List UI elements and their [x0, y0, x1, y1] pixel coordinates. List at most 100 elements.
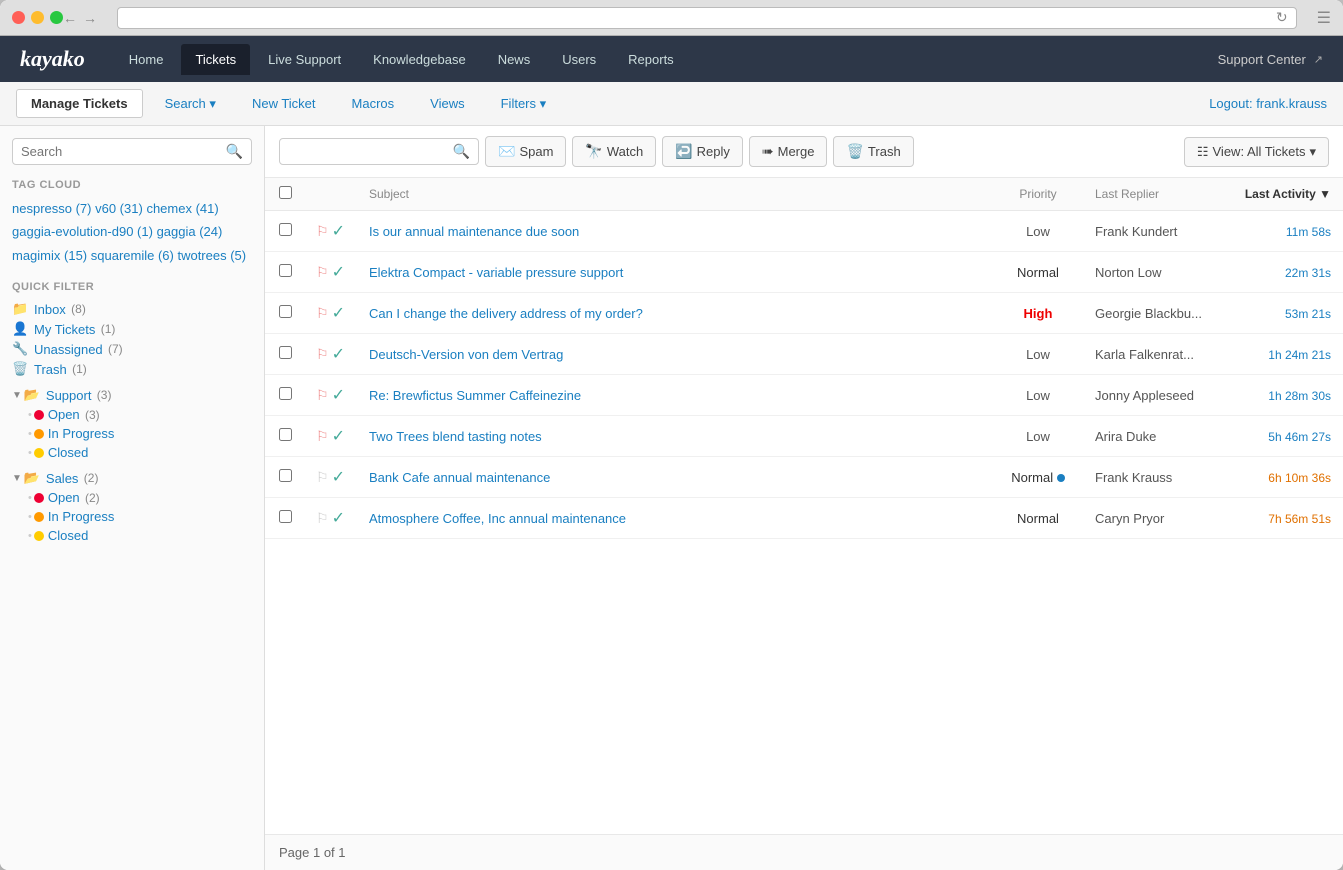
row-checkbox[interactable] — [279, 387, 292, 400]
content-search-box[interactable]: 🔍 — [279, 138, 479, 165]
nav-tickets[interactable]: Tickets — [181, 44, 250, 75]
priority-cell: Low — [993, 334, 1083, 375]
select-all-checkbox[interactable] — [279, 186, 292, 199]
ticket-subject-link[interactable]: Can I change the delivery address of my … — [369, 306, 643, 321]
filter-my-tickets[interactable]: 👤 My Tickets (1) — [12, 319, 252, 339]
flag-icon[interactable]: ⚐ — [316, 510, 329, 527]
tag-gaggia[interactable]: gaggia (24) — [157, 224, 223, 239]
nav-knowledgebase[interactable]: Knowledgebase — [359, 44, 480, 75]
search-dropdown-button[interactable]: Search ▾ — [151, 90, 230, 118]
address-bar[interactable]: ↻ — [117, 7, 1297, 29]
sidebar-search-box[interactable]: 🔍 — [12, 138, 252, 165]
tag-magimix[interactable]: magimix (15) — [12, 248, 87, 263]
row-checkbox[interactable] — [279, 428, 292, 441]
flag-icon[interactable]: ⚐ — [316, 387, 329, 404]
tag-gaggia-evolution[interactable]: gaggia-evolution-d90 (1) — [12, 224, 153, 239]
flag-icon[interactable]: ⚐ — [316, 264, 329, 281]
ticket-subject-link[interactable]: Two Trees blend tasting notes — [369, 429, 542, 444]
status-replied-icon: ✓ — [332, 510, 345, 527]
ticket-subject-link[interactable]: Is our annual maintenance due soon — [369, 224, 579, 239]
trash-button[interactable]: 🗑️ Trash — [833, 136, 913, 167]
row-checkbox[interactable] — [279, 264, 292, 277]
filter-sales[interactable]: ▼ 📂 Sales (2) — [12, 468, 252, 488]
ticket-subject-link[interactable]: Elektra Compact - variable pressure supp… — [369, 265, 623, 280]
filter-unassigned[interactable]: 🔧 Unassigned (7) — [12, 339, 252, 359]
row-checkbox[interactable] — [279, 223, 292, 236]
filter-support-closed[interactable]: • Closed — [12, 443, 252, 462]
views-button[interactable]: Views — [416, 90, 478, 117]
col-priority-header: Priority — [993, 178, 1083, 211]
support-center-link[interactable]: Support Center — [1218, 52, 1306, 67]
minimize-button[interactable] — [31, 11, 44, 24]
content-toolbar: 🔍 ✉️ Spam 🔭 Watch ↩️ Reply ➠ Merge — [265, 126, 1343, 178]
row-checkbox[interactable] — [279, 469, 292, 482]
ticket-subject-link[interactable]: Re: Brewfictus Summer Caffeinezine — [369, 388, 581, 403]
back-button[interactable]: ← — [63, 10, 77, 26]
refresh-icon[interactable]: ↻ — [1276, 9, 1288, 26]
sales-collapse-icon[interactable]: ▼ — [12, 473, 22, 484]
pagination: Page 1 of 1 — [265, 834, 1343, 870]
filter-sales-closed[interactable]: • Closed — [12, 526, 252, 545]
filter-support[interactable]: ▼ 📂 Support (3) — [12, 385, 252, 405]
tag-squaremile[interactable]: squaremile (6) — [91, 248, 174, 263]
priority-label: Normal — [1017, 265, 1059, 280]
support-collapse-icon[interactable]: ▼ — [12, 390, 22, 401]
tag-v60[interactable]: v60 (31) — [95, 201, 143, 216]
nav-news[interactable]: News — [484, 44, 545, 75]
logo[interactable]: kayako — [20, 46, 85, 72]
view-dropdown-button[interactable]: ☷ View: All Tickets ▾ — [1184, 137, 1329, 167]
main-toolbar: Manage Tickets Search ▾ New Ticket Macro… — [0, 82, 1343, 126]
filter-support-open[interactable]: • Open (3) — [12, 405, 252, 424]
merge-button[interactable]: ➠ Merge — [749, 136, 828, 167]
manage-tickets-button[interactable]: Manage Tickets — [16, 89, 143, 118]
nav-reports[interactable]: Reports — [614, 44, 688, 75]
maximize-button[interactable] — [50, 11, 63, 24]
filter-inbox[interactable]: 📁 Inbox (8) — [12, 299, 252, 319]
logout-link[interactable]: Logout: frank.krauss — [1209, 96, 1327, 111]
tag-chemex[interactable]: chemex (41) — [146, 201, 218, 216]
forward-button[interactable]: → — [83, 10, 97, 26]
content-search-input[interactable] — [288, 144, 453, 159]
table-row: ⚐ ✓ Two Trees blend tasting notes Low Ar… — [265, 416, 1343, 457]
table-row: ⚐ ✓ Is our annual maintenance due soon L… — [265, 211, 1343, 252]
filter-sales-open[interactable]: • Open (2) — [12, 488, 252, 507]
replier-cell: Georgie Blackbu... — [1083, 293, 1223, 334]
macros-button[interactable]: Macros — [338, 90, 409, 117]
row-checkbox[interactable] — [279, 346, 292, 359]
sidebar-search-input[interactable] — [21, 144, 226, 159]
row-checkbox[interactable] — [279, 305, 292, 318]
filter-sales-inprogress[interactable]: • In Progress — [12, 507, 252, 526]
reply-button[interactable]: ↩️ Reply — [662, 136, 743, 167]
filter-trash[interactable]: 🗑️ Trash (1) — [12, 359, 252, 379]
flag-icon[interactable]: ⚐ — [316, 305, 329, 322]
nav-users[interactable]: Users — [548, 44, 610, 75]
filters-dropdown-button[interactable]: Filters ▾ — [487, 90, 561, 118]
tag-nespresso[interactable]: nespresso (7) — [12, 201, 91, 216]
filter-support-inprogress[interactable]: • In Progress — [12, 424, 252, 443]
subject-cell: Re: Brewfictus Summer Caffeinezine — [357, 375, 993, 416]
nav-home[interactable]: Home — [115, 44, 178, 75]
priority-label: Low — [1026, 388, 1050, 403]
ticket-subject-link[interactable]: Deutsch-Version von dem Vertrag — [369, 347, 563, 362]
spam-button[interactable]: ✉️ Spam — [485, 136, 566, 167]
activity-time: 11m 58s — [1286, 225, 1331, 239]
replier-cell: Norton Low — [1083, 252, 1223, 293]
flag-icon[interactable]: ⚐ — [316, 346, 329, 363]
quick-filter-title: QUICK FILTER — [12, 281, 252, 293]
ticket-subject-link[interactable]: Bank Cafe annual maintenance — [369, 470, 550, 485]
nav-live-support[interactable]: Live Support — [254, 44, 355, 75]
tag-twotrees[interactable]: twotrees (5) — [177, 248, 246, 263]
flag-icon[interactable]: ⚐ — [316, 428, 329, 445]
inprogress-status-dot — [34, 429, 44, 439]
browser-menu-icon[interactable]: ☰ — [1317, 8, 1331, 28]
col-activity-header[interactable]: Last Activity ▼ — [1223, 178, 1343, 211]
watch-button[interactable]: 🔭 Watch — [572, 136, 656, 167]
row-checkbox[interactable] — [279, 510, 292, 523]
ticket-subject-link[interactable]: Atmosphere Coffee, Inc annual maintenanc… — [369, 511, 626, 526]
close-button[interactable] — [12, 11, 25, 24]
flag-icon[interactable]: ⚐ — [316, 223, 329, 240]
flag-icon[interactable]: ⚐ — [316, 469, 329, 486]
filter-trash-count: (1) — [69, 362, 87, 376]
ticket-table: Subject Priority Last Replier Last Activ… — [265, 178, 1343, 834]
new-ticket-button[interactable]: New Ticket — [238, 90, 330, 117]
